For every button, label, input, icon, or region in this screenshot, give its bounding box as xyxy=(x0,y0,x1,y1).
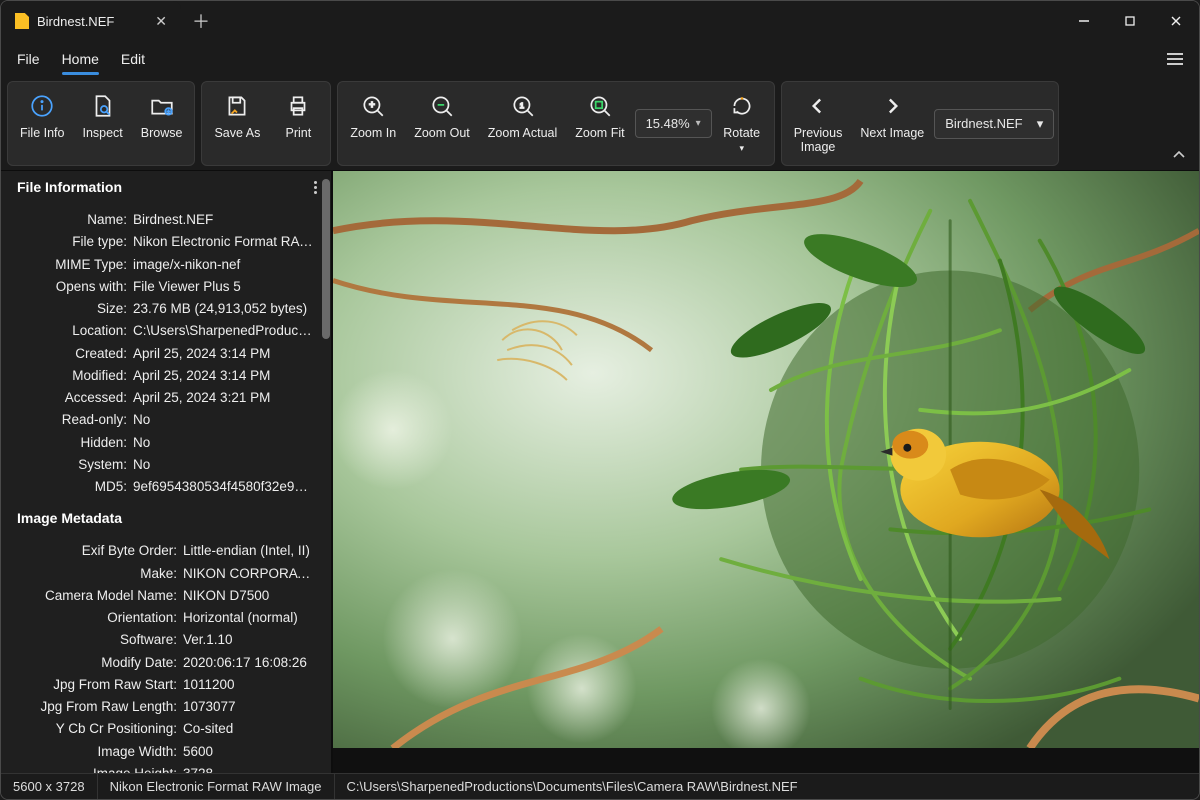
inspect-icon xyxy=(89,92,117,120)
menu-home[interactable]: Home xyxy=(52,45,109,73)
rotate-icon xyxy=(728,92,756,120)
value-md5: 9ef6954380534f4580f32e90952655ef xyxy=(133,477,313,497)
svg-text:+: + xyxy=(369,100,375,111)
file-info-heading: File Information xyxy=(17,179,122,195)
value-readonly: No xyxy=(133,410,313,430)
maximize-button[interactable] xyxy=(1107,1,1153,41)
svg-text:1: 1 xyxy=(519,101,523,110)
more-options-icon[interactable] xyxy=(314,181,317,194)
save-icon xyxy=(223,92,251,120)
file-info-button[interactable]: File Info xyxy=(12,86,72,161)
value-opens-with: File Viewer Plus 5 xyxy=(133,277,313,297)
zoom-out-button[interactable]: Zoom Out xyxy=(406,86,478,161)
ribbon-group-zoom: + Zoom In Zoom Out 1 Zoom Actual Zoom Fi… xyxy=(337,81,774,166)
metadata-heading: Image Metadata xyxy=(17,510,122,526)
value-jpg-length: 1073077 xyxy=(183,697,313,717)
chevron-left-icon xyxy=(804,92,832,120)
value-mime: image/x-nikon-nef xyxy=(133,255,313,275)
zoom-actual-icon: 1 xyxy=(509,92,537,120)
image-surface[interactable] xyxy=(333,171,1199,773)
menubar: File Home Edit xyxy=(1,41,1199,77)
save-as-button[interactable]: Save As xyxy=(206,86,268,161)
zoom-in-icon: + xyxy=(359,92,387,120)
zoom-level-dropdown[interactable]: 15.48% ▾ xyxy=(635,109,712,138)
print-button[interactable]: Print xyxy=(270,86,326,161)
app-window: Birdnest.NEF ✕ ＋ File Home Edit File Inf… xyxy=(0,0,1200,800)
menu-file[interactable]: File xyxy=(7,45,50,73)
ribbon-group-navigate: Previous Image Next Image Birdnest.NEF ▾ xyxy=(781,81,1060,166)
value-hidden: No xyxy=(133,433,313,453)
file-selector-value: Birdnest.NEF xyxy=(945,116,1022,131)
file-icon xyxy=(15,13,29,29)
collapse-ribbon-button[interactable] xyxy=(1165,81,1193,166)
zoom-fit-button[interactable]: Zoom Fit xyxy=(567,86,632,161)
rotate-button[interactable]: Rotate▾ xyxy=(714,86,770,161)
folder-icon xyxy=(148,92,176,120)
value-software: Ver.1.10 xyxy=(183,630,313,650)
titlebar: Birdnest.NEF ✕ ＋ xyxy=(1,1,1199,41)
chevron-down-icon: ▾ xyxy=(1037,116,1044,132)
new-tab-button[interactable]: ＋ xyxy=(181,1,221,41)
value-modify-date: 2020:06:17 16:08:26 xyxy=(183,653,313,673)
close-tab-icon[interactable]: ✕ xyxy=(155,13,167,30)
status-format: Nikon Electronic Format RAW Image xyxy=(98,774,335,799)
chevron-down-icon: ▾ xyxy=(739,143,744,153)
value-model: NIKON D7500 xyxy=(183,586,313,606)
value-orientation: Horizontal (normal) xyxy=(183,608,313,628)
browse-button[interactable]: Browse xyxy=(133,86,191,161)
zoom-in-button[interactable]: + Zoom In xyxy=(342,86,404,161)
value-make: NIKON CORPORATION xyxy=(183,564,313,584)
tab-title: Birdnest.NEF xyxy=(37,14,114,29)
hamburger-menu-icon[interactable] xyxy=(1157,53,1193,65)
zoom-fit-icon xyxy=(586,92,614,120)
value-accessed: April 25, 2024 3:21 PM xyxy=(133,388,313,408)
value-size: 23.76 MB (24,913,052 bytes) xyxy=(133,299,313,319)
file-selector-dropdown[interactable]: Birdnest.NEF ▾ xyxy=(934,109,1054,139)
close-window-button[interactable] xyxy=(1153,1,1199,41)
info-sidebar: File Information Name:Birdnest.NEF File … xyxy=(1,171,331,773)
main-area: File Information Name:Birdnest.NEF File … xyxy=(1,171,1199,773)
value-ycbcr: Co-sited xyxy=(183,719,313,739)
value-modified: April 25, 2024 3:14 PM xyxy=(133,366,313,386)
ribbon-group-output: Save As Print xyxy=(201,81,331,166)
value-filetype: Nikon Electronic Format RAW Image (.... xyxy=(133,232,313,252)
image-viewer[interactable] xyxy=(333,171,1199,773)
scrollbar-thumb[interactable] xyxy=(322,179,330,339)
chevron-down-icon: ▾ xyxy=(696,118,701,129)
zoom-actual-button[interactable]: 1 Zoom Actual xyxy=(480,86,565,161)
file-info-panel: Name:Birdnest.NEF File type:Nikon Electr… xyxy=(1,201,331,506)
minimize-button[interactable] xyxy=(1061,1,1107,41)
value-img-height: 3728 xyxy=(183,764,313,773)
print-icon xyxy=(284,92,312,120)
value-byte-order: Little-endian (Intel, II) xyxy=(183,541,313,561)
zoom-level-value: 15.48% xyxy=(646,116,690,131)
info-icon xyxy=(28,92,56,120)
photo-content xyxy=(333,171,1199,748)
statusbar: 5600 x 3728 Nikon Electronic Format RAW … xyxy=(1,773,1199,799)
ribbon-group-file: File Info Inspect Browse xyxy=(7,81,195,166)
sidebar-scrollbar[interactable] xyxy=(321,179,331,765)
status-dimensions: 5600 x 3728 xyxy=(1,774,98,799)
next-image-button[interactable]: Next Image xyxy=(852,86,932,161)
ribbon-toolbar: File Info Inspect Browse Save As Print xyxy=(1,77,1199,171)
metadata-panel: Exif Byte Order:Little-endian (Intel, II… xyxy=(1,532,331,773)
value-img-width: 5600 xyxy=(183,742,313,762)
chevron-right-icon xyxy=(878,92,906,120)
previous-image-button[interactable]: Previous Image xyxy=(786,86,851,161)
status-path: C:\Users\SharpenedProductions\Documents\… xyxy=(335,774,1200,799)
menu-edit[interactable]: Edit xyxy=(111,45,155,73)
value-name: Birdnest.NEF xyxy=(133,210,313,230)
value-location: C:\Users\SharpenedProductions\Docu... xyxy=(133,321,313,341)
value-system: No xyxy=(133,455,313,475)
value-created: April 25, 2024 3:14 PM xyxy=(133,344,313,364)
document-tab[interactable]: Birdnest.NEF ✕ xyxy=(1,1,181,41)
value-jpg-start: 1011200 xyxy=(183,675,313,695)
inspect-button[interactable]: Inspect xyxy=(74,86,130,161)
zoom-out-icon xyxy=(428,92,456,120)
